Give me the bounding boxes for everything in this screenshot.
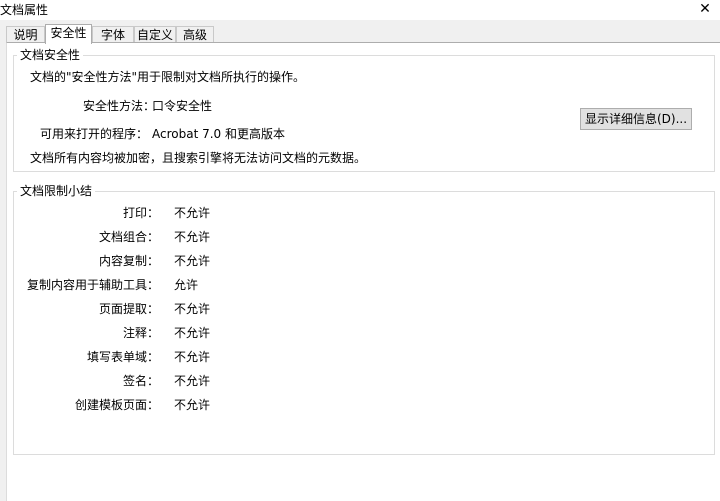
tab-advanced[interactable]: 高级 (176, 26, 214, 43)
restriction-value: 不允许 (174, 326, 211, 340)
openable-programs-label: 可用来打开的程序： (40, 127, 149, 141)
restriction-value: 不允许 (174, 350, 211, 364)
restriction-value: 允许 (174, 278, 199, 292)
security-tab-panel: 文档安全性 文档的"安全性方法"用于限制对文档所执行的操作。 安全性方法： 口令… (6, 42, 720, 501)
encryption-note: 文档所有内容均被加密，且搜索引擎将无法访问文档的元数据。 (30, 151, 367, 165)
restrictions-summary-group: 文档限制小结 打印： 不允许 文档组合： 不允许 内容复制： 不允许 复制内容用… (13, 184, 715, 455)
tab-fonts[interactable]: 字体 (92, 26, 134, 43)
restriction-value: 不允许 (174, 230, 211, 244)
restriction-value: 不允许 (174, 398, 211, 412)
restriction-label: 内容复制： (98, 254, 159, 268)
document-properties-window: 文档属性 ✕ 说明 安全性 字体 自定义 高级 文档安全性 文档的"安全性方法"… (0, 0, 720, 501)
window-title: 文档属性 (0, 3, 49, 17)
security-method-label: 安全性方法： (82, 99, 155, 113)
tab-description[interactable]: 说明 (6, 26, 45, 43)
restrictions-summary-title: 文档限制小结 (17, 184, 96, 198)
restriction-label: 创建模板页面： (74, 398, 159, 412)
show-details-button[interactable]: 显示详细信息(D)... (580, 108, 692, 130)
restriction-label: 文档组合： (98, 230, 159, 244)
openable-programs-value: Acrobat 7.0 和更高版本 (152, 127, 285, 141)
tab-security[interactable]: 安全性 (45, 24, 92, 44)
security-description: 文档的"安全性方法"用于限制对文档所执行的操作。 (30, 70, 306, 84)
security-method-value: 口令安全性 (152, 99, 213, 113)
document-security-title: 文档安全性 (17, 48, 84, 62)
title-bar[interactable]: 文档属性 ✕ (0, 0, 720, 20)
restriction-label: 签名： (122, 374, 159, 388)
restriction-value: 不允许 (174, 374, 211, 388)
restriction-label: 打印： (122, 206, 159, 220)
close-icon[interactable]: ✕ (696, 0, 714, 18)
restriction-value: 不允许 (174, 254, 211, 268)
restriction-value: 不允许 (174, 302, 211, 316)
restriction-label: 复制内容用于辅助工具： (26, 278, 159, 292)
restriction-value: 不允许 (174, 206, 211, 220)
document-security-group: 文档安全性 文档的"安全性方法"用于限制对文档所执行的操作。 安全性方法： 口令… (13, 48, 715, 172)
restriction-label: 页面提取： (98, 302, 159, 316)
restriction-label: 注释： (122, 326, 159, 340)
tab-custom[interactable]: 自定义 (134, 26, 176, 43)
restriction-label: 填写表单域： (86, 350, 159, 364)
